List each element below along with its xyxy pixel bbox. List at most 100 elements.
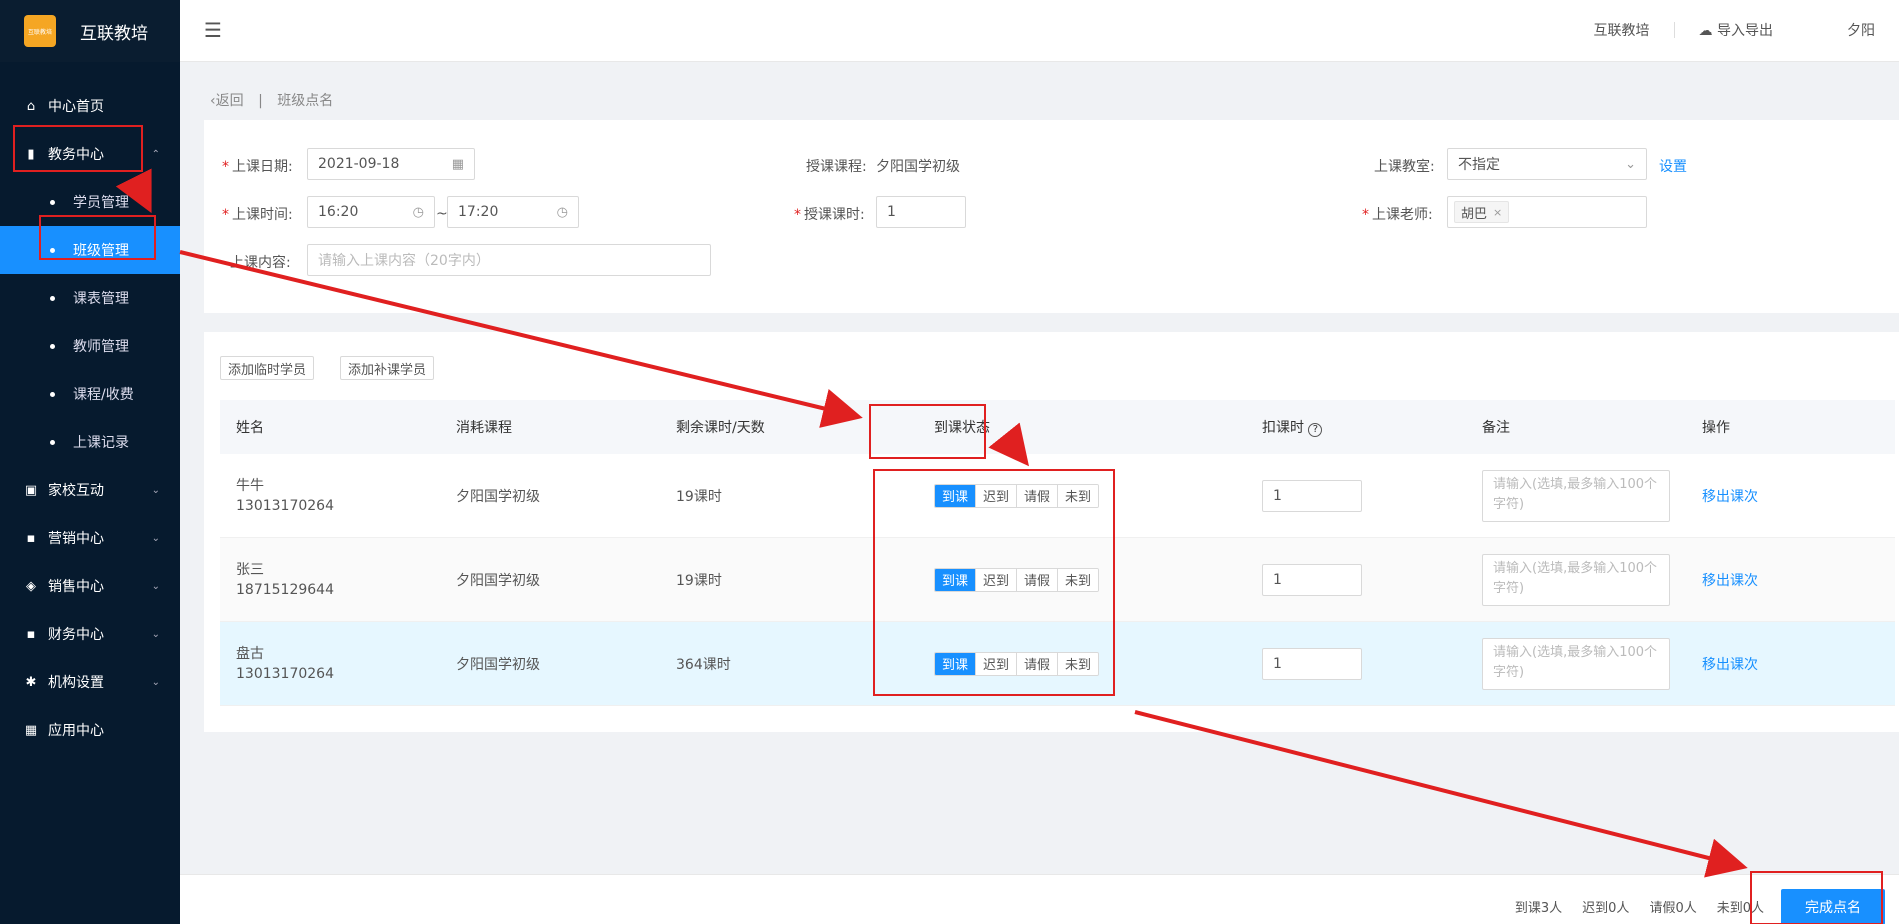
sidebar-item-marketing[interactable]: ▪ 营销中心 ⌄ xyxy=(0,514,180,562)
sidebar-item-home[interactable]: ⌂ 中心首页 xyxy=(0,82,180,130)
logo-area: 互联教培 互联教培 xyxy=(0,0,180,62)
date-picker[interactable]: 2021-09-18 ▦ xyxy=(307,148,475,180)
course-label: 授课课程: xyxy=(806,159,867,175)
deduct-hours-input[interactable]: 1 xyxy=(1262,563,1362,596)
end-time-input[interactable]: 17:20 ◷ xyxy=(447,196,579,228)
book-icon: ▮ xyxy=(27,146,35,162)
note-textarea[interactable]: 请输入(选填,最多输入100个字符) xyxy=(1482,637,1670,690)
status-leave-button[interactable]: 请假 xyxy=(1016,652,1058,675)
attendance-status-group: 到课 迟到 请假 未到 xyxy=(934,567,1100,592)
sidebar-item-academic[interactable]: ▮ 教务中心 ⌃ xyxy=(0,130,180,178)
sidebar-item-settings[interactable]: ✱ 机构设置 ⌄ xyxy=(0,658,180,706)
status-absent-button[interactable]: 未到 xyxy=(1057,484,1099,507)
footer-bar: 到课3人 迟到0人 请假0人 未到0人 完成点名 xyxy=(180,874,1899,924)
add-makeup-student-button[interactable]: 添加补课学员 xyxy=(340,356,435,380)
status-absent-button[interactable]: 未到 xyxy=(1057,568,1099,591)
absent-count: 未到0人 xyxy=(1716,901,1764,916)
sidebar-item-schedule[interactable]: 课表管理 xyxy=(0,274,180,322)
status-late-button[interactable]: 迟到 xyxy=(975,484,1017,507)
present-count: 到课3人 xyxy=(1514,901,1563,916)
course-value: 夕阳国学初级 xyxy=(876,159,960,175)
bag-icon: ▪ xyxy=(26,530,36,546)
student-phone: 13013170264 xyxy=(236,497,334,514)
teacher-select[interactable]: 胡巴 × xyxy=(1447,196,1647,228)
sidebar-item-apps[interactable]: ▦ 应用中心 xyxy=(0,706,180,754)
room-select[interactable]: 不指定 ⌄ xyxy=(1447,148,1647,180)
chevron-down-icon: ⌄ xyxy=(151,532,160,544)
calendar-icon: ▦ xyxy=(451,156,464,172)
attendance-status-group: 到课 迟到 请假 未到 xyxy=(934,483,1100,508)
breadcrumb: ‹返回 | 班级点名 xyxy=(210,93,334,109)
date-label: * 上课日期: xyxy=(222,159,293,175)
late-count: 迟到0人 xyxy=(1582,901,1630,916)
help-icon[interactable]: ? xyxy=(1308,423,1323,437)
status-present-button[interactable]: 到课 xyxy=(935,568,976,591)
grid-icon: ▦ xyxy=(24,722,38,738)
back-link[interactable]: ‹返回 xyxy=(210,93,244,109)
table-row: 盘古 13013170264 夕阳国学初级 364课时 到课 迟到 请假 未到 … xyxy=(220,622,1895,706)
logo-icon: 互联教培 xyxy=(24,15,56,47)
remove-from-lesson-link[interactable]: 移出课次 xyxy=(1686,486,1895,506)
remove-from-lesson-link[interactable]: 移出课次 xyxy=(1686,570,1895,590)
sidebar-item-teachers[interactable]: 教师管理 xyxy=(0,322,180,370)
room-setting-link[interactable]: 设置 xyxy=(1659,156,1687,176)
table-row: 张三 18715129644 夕阳国学初级 19课时 到课 迟到 请假 未到 1… xyxy=(220,538,1895,622)
chevron-down-icon: ⌄ xyxy=(151,580,160,592)
chevron-down-icon: ⌄ xyxy=(1625,156,1636,172)
status-leave-button[interactable]: 请假 xyxy=(1016,568,1058,591)
attendance-panel: 添加临时学员 添加补课学员 姓名 消耗课程 剩余课时/天数 到课状态 扣课时 ?… xyxy=(204,332,1899,732)
content-input[interactable]: 请输入上课内容（20字内） xyxy=(307,244,711,276)
lesson-form: * 上课日期: 2021-09-18 ▦ * 上课时间: 16:20 ◷ ~ 17:… xyxy=(204,120,1899,313)
student-phone: 13013170264 xyxy=(236,665,334,682)
hours-input[interactable]: 1 xyxy=(876,196,966,228)
sidebar-item-home-school[interactable]: ▣ 家校互动 ⌄ xyxy=(0,466,180,514)
status-leave-button[interactable]: 请假 xyxy=(1016,484,1058,507)
attendance-table: 姓名 消耗课程 剩余课时/天数 到课状态 扣课时 ? 备注 操作 牛牛 1301… xyxy=(220,400,1895,706)
teacher-label: * 上课老师: xyxy=(1362,207,1433,223)
gear-icon: ✱ xyxy=(25,674,37,690)
chevron-down-icon: ⌄ xyxy=(151,676,160,688)
attendance-status-group: 到课 迟到 请假 未到 xyxy=(934,651,1100,676)
clock-icon: ◷ xyxy=(412,204,424,220)
status-late-button[interactable]: 迟到 xyxy=(975,652,1017,675)
sidebar-item-sales[interactable]: ◈ 销售中心 ⌄ xyxy=(0,562,180,610)
status-present-button[interactable]: 到课 xyxy=(935,484,976,507)
clock-icon: ◷ xyxy=(556,204,568,220)
sidebar-item-classes[interactable]: 班级管理 xyxy=(0,226,180,274)
status-absent-button[interactable]: 未到 xyxy=(1057,652,1099,675)
sidebar-item-courses[interactable]: 课程/收费 xyxy=(0,370,180,418)
remove-from-lesson-link[interactable]: 移出课次 xyxy=(1686,654,1895,674)
import-export-link[interactable]: ☁ 导入导出 xyxy=(1699,20,1773,40)
student-name: 盘古 xyxy=(236,645,264,662)
student-phone: 18715129644 xyxy=(236,581,334,598)
finish-roll-call-button[interactable]: 完成点名 xyxy=(1781,889,1885,924)
sidebar: 互联教培 互联教培 ⌂ 中心首页 ▮ 教务中心 ⌃ 学员管理 班级管理 课表管理… xyxy=(0,0,180,924)
header-right: 互联教培 ☁ 导入导出 夕阳 xyxy=(1594,0,1899,60)
close-icon[interactable]: × xyxy=(1493,206,1502,219)
user-name[interactable]: 夕阳 xyxy=(1847,20,1875,40)
org-name[interactable]: 互联教培 xyxy=(1594,20,1650,40)
annotation-arrow xyxy=(1134,710,1748,878)
note-textarea[interactable]: 请输入(选填,最多输入100个字符) xyxy=(1482,469,1670,522)
sidebar-item-records[interactable]: 上课记录 xyxy=(0,418,180,466)
table-row: 牛牛 13013170264 夕阳国学初级 19课时 到课 迟到 请假 未到 1… xyxy=(220,454,1895,538)
chat-icon: ▣ xyxy=(24,482,38,498)
hours-label: * 授课课时: xyxy=(794,207,865,223)
sidebar-item-students[interactable]: 学员管理 xyxy=(0,178,180,226)
status-present-button[interactable]: 到课 xyxy=(935,652,976,675)
deduct-hours-input[interactable]: 1 xyxy=(1262,647,1362,680)
student-name: 牛牛 xyxy=(236,477,264,494)
status-late-button[interactable]: 迟到 xyxy=(975,568,1017,591)
sidebar-item-finance[interactable]: ▪ 财务中心 ⌄ xyxy=(0,610,180,658)
note-textarea[interactable]: 请输入(选填,最多输入100个字符) xyxy=(1482,553,1670,606)
page-title: 班级点名 xyxy=(277,93,334,109)
content-label: 上课内容: xyxy=(230,255,291,271)
deduct-hours-input[interactable]: 1 xyxy=(1262,479,1362,512)
chevron-up-icon: ⌃ xyxy=(151,148,160,160)
menu-toggle-icon[interactable]: ☰ xyxy=(204,18,222,42)
time-label: * 上课时间: xyxy=(222,207,293,223)
app-title: 互联教培 xyxy=(80,23,148,44)
add-temp-student-button[interactable]: 添加临时学员 xyxy=(220,356,315,380)
start-time-input[interactable]: 16:20 ◷ xyxy=(307,196,435,228)
teacher-tag: 胡巴 × xyxy=(1454,201,1510,223)
